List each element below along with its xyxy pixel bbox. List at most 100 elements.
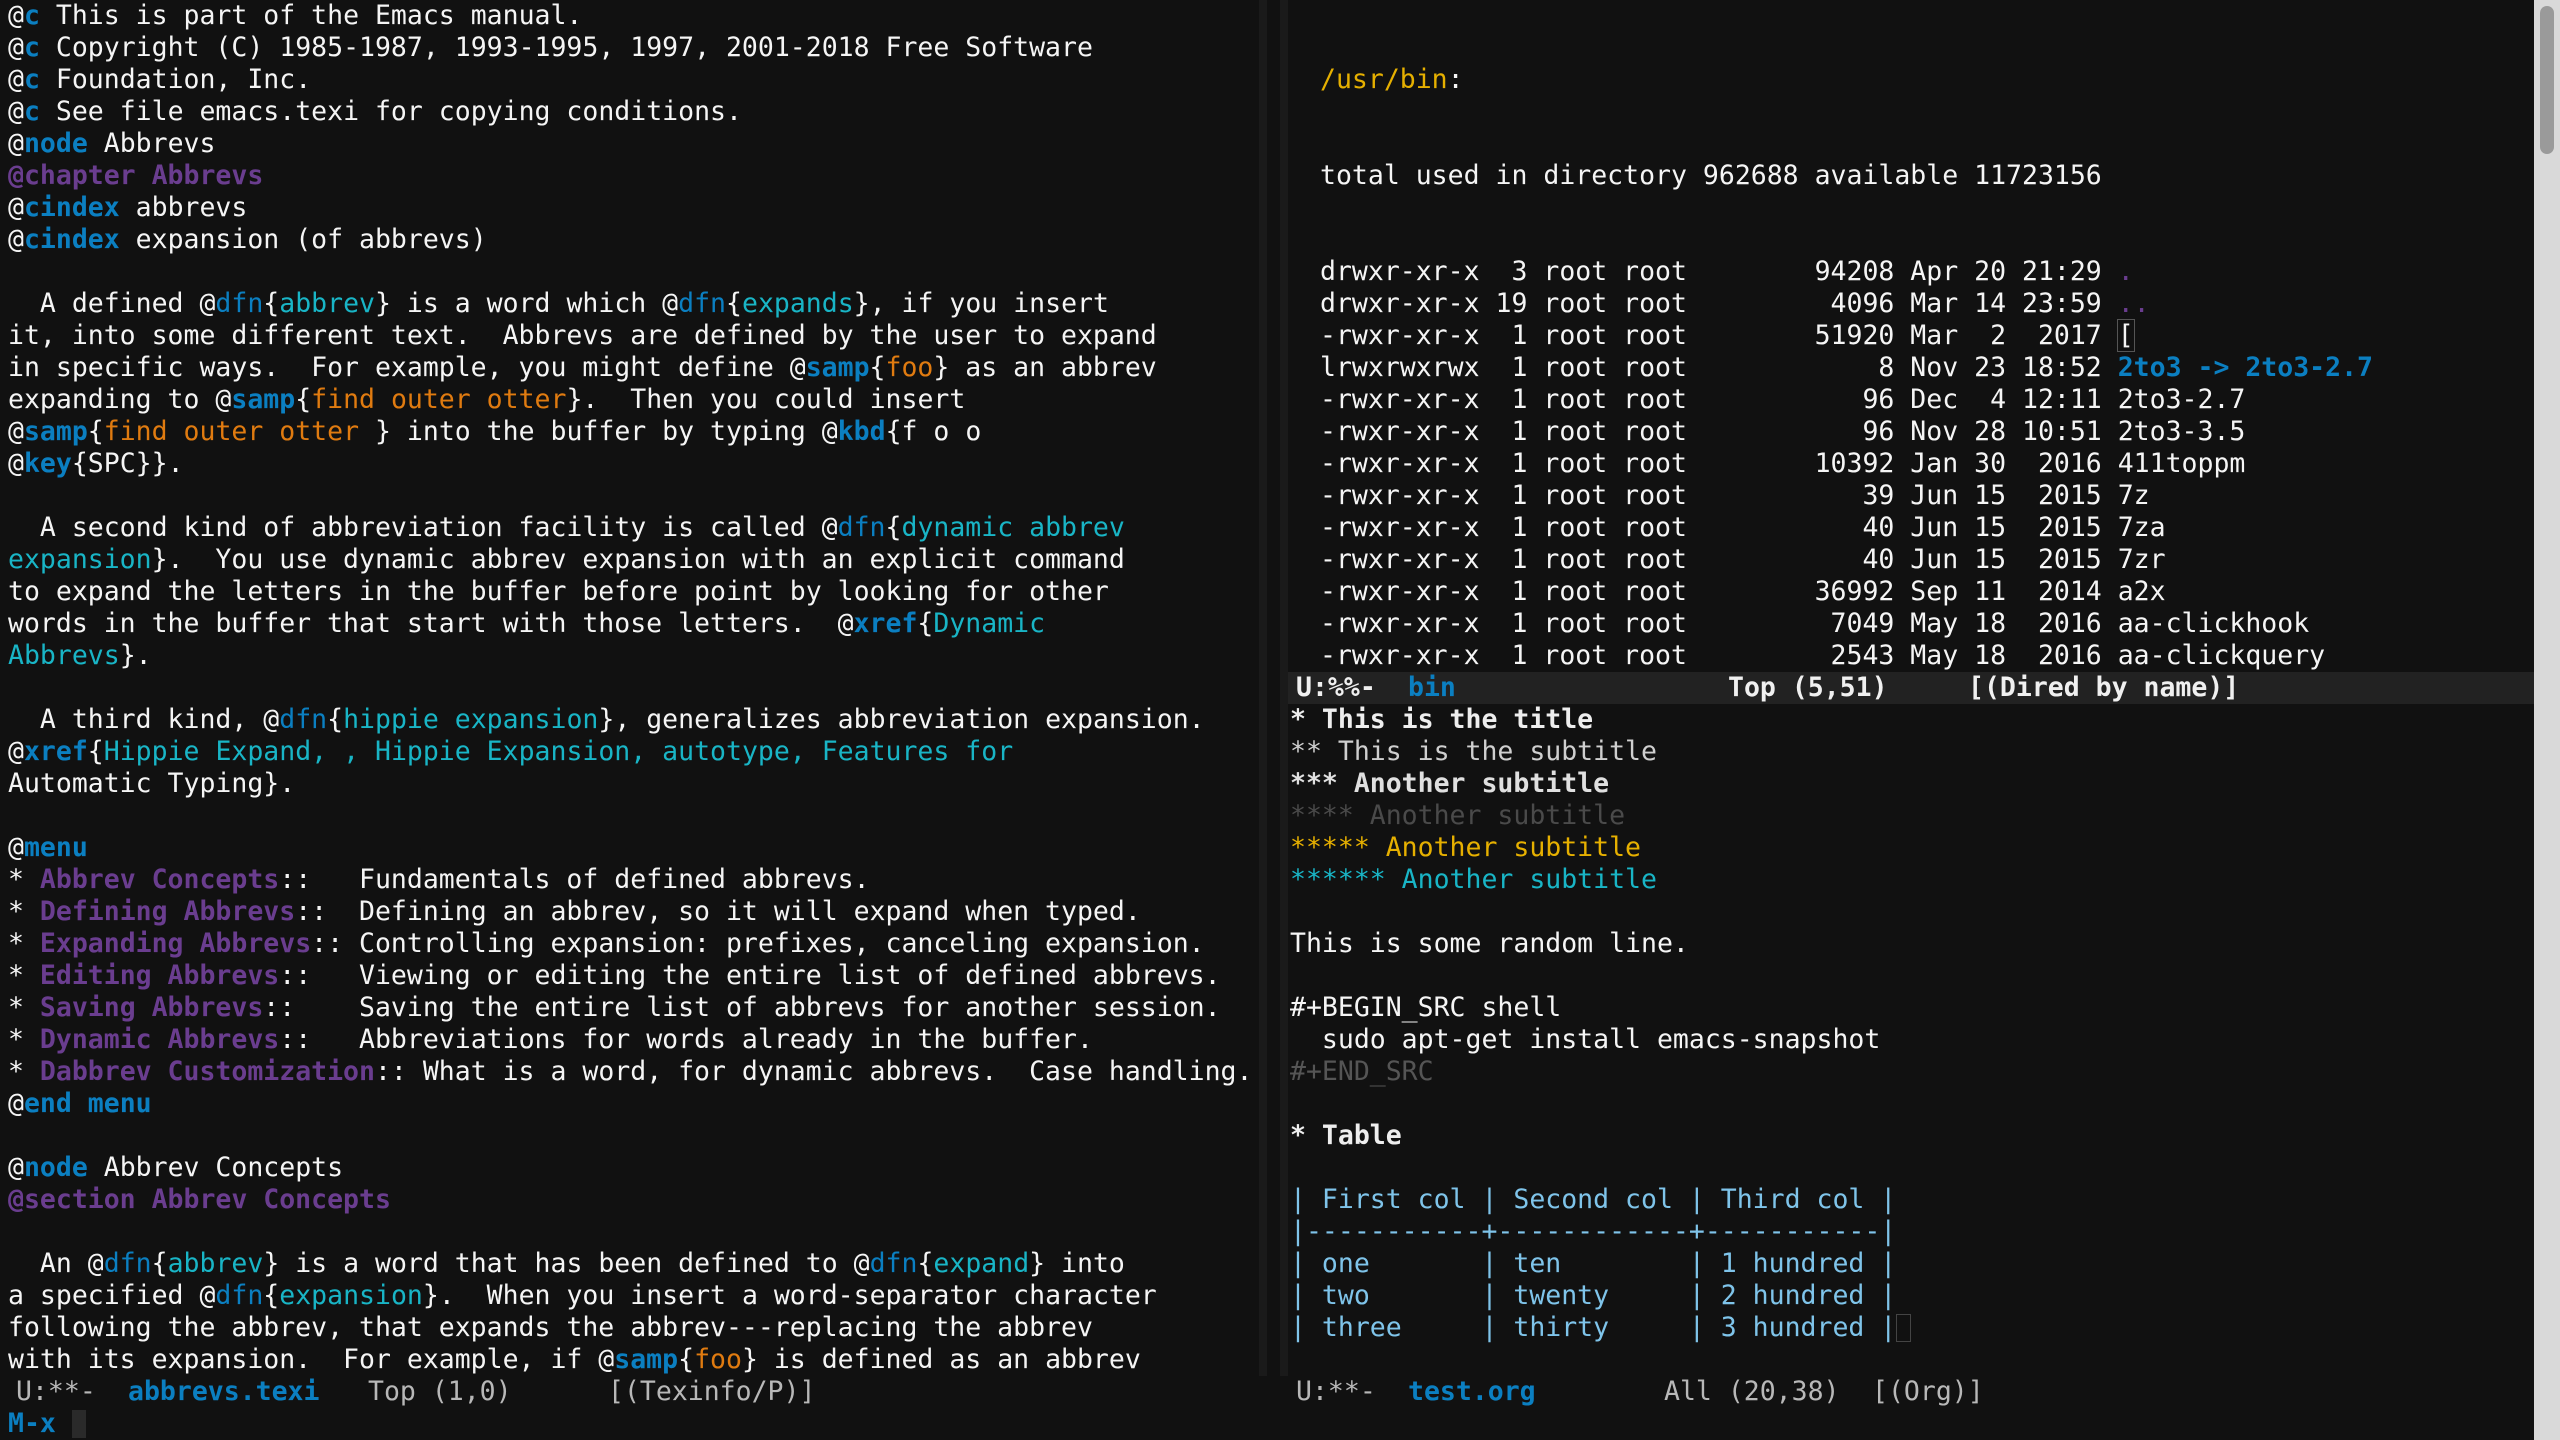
text-segment: } into bbox=[1029, 1248, 1125, 1279]
org-line bbox=[1290, 896, 2534, 928]
kw-segment: cindex bbox=[23, 192, 120, 223]
text-segment: * bbox=[8, 1056, 40, 1087]
org5-segment: ***** Another subtitle bbox=[1290, 832, 1641, 863]
scrollbar-thumb[interactable] bbox=[2540, 6, 2554, 154]
kw-segment: xref bbox=[23, 736, 88, 767]
org2-segment: ** This is the subtitle bbox=[1290, 736, 1657, 767]
arg-segment: dynamic abbrev bbox=[901, 512, 1125, 543]
dired-row[interactable]: -rwxr-xr-x 1 root root 10392 Jan 30 2016… bbox=[1320, 448, 2534, 480]
dired-file-name[interactable]: 411toppm bbox=[2118, 448, 2246, 479]
texinfo-line: A third kind, @dfn{hippie expansion}, ge… bbox=[8, 704, 1258, 736]
dired-file-name[interactable]: 7za bbox=[2118, 512, 2166, 543]
arg-segment: expansion bbox=[279, 1280, 423, 1311]
text-segment: Abbrev Concepts bbox=[87, 1152, 344, 1183]
kw-segment: c bbox=[23, 64, 40, 95]
dired-file-meta: -rwxr-xr-x 1 root root 7049 May 18 2016 bbox=[1320, 608, 2118, 639]
dired-buffer[interactable]: /usr/bin: total used in directory 962688… bbox=[1288, 0, 2534, 672]
texinfo-line bbox=[8, 800, 1258, 832]
dired-file-name[interactable]: 2to3 -> 2to3-2.7 bbox=[2118, 352, 2373, 383]
dired-file-meta: -rwxr-xr-x 1 root root 2543 May 18 2016 bbox=[1320, 640, 2118, 671]
org-line: ***** Another subtitle bbox=[1290, 832, 2534, 864]
modeline-buffer-name[interactable]: abbrevs.texi bbox=[128, 1376, 319, 1408]
dired-row[interactable]: -rwxr-xr-x 1 root root 40 Jun 15 2015 7z… bbox=[1320, 544, 2534, 576]
arg-segment: abbrev bbox=[167, 1248, 264, 1279]
dired-row[interactable]: -rwxr-xr-x 1 root root 40 Jun 15 2015 7z… bbox=[1320, 512, 2534, 544]
scrollbar[interactable] bbox=[2534, 0, 2560, 1440]
dired-row[interactable]: -rwxr-xr-x 1 root root 2543 May 18 2016 … bbox=[1320, 640, 2534, 672]
text-segment: }, if you insert bbox=[853, 288, 1109, 319]
menu-item-segment[interactable]: Expanding Abbrevs bbox=[40, 928, 311, 959]
modeline-position: All (20,38) bbox=[1664, 1376, 1840, 1407]
dired-file-name[interactable]: 2to3-3.5 bbox=[2118, 416, 2246, 447]
dired-row[interactable]: drwxr-xr-x 3 root root 94208 Apr 20 21:2… bbox=[1320, 256, 2534, 288]
dired-row[interactable]: -rwxr-xr-x 1 root root 7049 May 18 2016 … bbox=[1320, 608, 2534, 640]
dired-file-name[interactable]: [ bbox=[2116, 319, 2135, 352]
dired-row[interactable]: -rwxr-xr-x 1 root root 36992 Sep 11 2014… bbox=[1320, 576, 2534, 608]
dired-file-name[interactable]: 7z bbox=[2118, 480, 2150, 511]
dired-row[interactable]: drwxr-xr-x 19 root root 4096 Mar 14 23:5… bbox=[1320, 288, 2534, 320]
texinfo-line: @node Abbrevs bbox=[8, 128, 1258, 160]
dired-file-meta: -rwxr-xr-x 1 root root 40 Jun 15 2015 bbox=[1320, 512, 2118, 543]
dired-file-name[interactable]: aa-clickquery bbox=[2118, 640, 2325, 671]
head-segment[interactable]: @chapter Abbrevs bbox=[8, 160, 263, 191]
window-divider[interactable] bbox=[1259, 0, 1267, 1376]
modeline-buffer-name[interactable]: test.org bbox=[1408, 1376, 1536, 1408]
texinfo-line: words in the buffer that start with thos… bbox=[8, 608, 1258, 640]
kw-segment: samp bbox=[614, 1344, 679, 1375]
menu-item-segment[interactable]: Defining Abbrevs bbox=[40, 896, 295, 927]
org-buffer-text[interactable]: * This is the title ** This is the subtit… bbox=[1288, 704, 2534, 1376]
menu-item-segment[interactable]: Abbrev Concepts bbox=[40, 864, 279, 895]
dired-summary: total used in directory 962688 available… bbox=[1320, 160, 2102, 191]
texinfo-buffer-text[interactable]: @c This is part of the Emacs manual. @c C… bbox=[0, 0, 1258, 1376]
text-segment: :: Viewing or editing the entire list of… bbox=[279, 960, 1221, 991]
org-line: |-----------+------------+-----------| bbox=[1290, 1216, 2534, 1248]
texinfo-window[interactable]: @c This is part of the Emacs manual. @c C… bbox=[0, 0, 1258, 1408]
text-segment: Foundation, Inc. bbox=[39, 64, 312, 95]
arg-segment: Dynamic bbox=[933, 608, 1046, 639]
menu-item-segment[interactable]: Saving Abbrevs bbox=[40, 992, 263, 1023]
menu-item-segment[interactable]: Editing Abbrevs bbox=[40, 960, 279, 991]
texinfo-line: @cindex expansion (of abbrevs) bbox=[8, 224, 1258, 256]
dired-file-name[interactable]: 7zr bbox=[2118, 544, 2166, 575]
dired-row[interactable]: -rwxr-xr-x 1 root root 39 Jun 15 2015 7z bbox=[1320, 480, 2534, 512]
dired-row[interactable]: lrwxrwxrwx 1 root root 8 Nov 23 18:52 2t… bbox=[1320, 352, 2534, 384]
arg-segment: Hippie Expand, , Hippie Expansion, autot… bbox=[103, 736, 1014, 767]
texinfo-line: * Defining Abbrevs:: Defining an abbrev,… bbox=[8, 896, 1258, 928]
text-segment: } is a word which @ bbox=[375, 288, 679, 319]
texinfo-line: @chapter Abbrevs bbox=[8, 160, 1258, 192]
text-segment: :: Fundamentals of defined abbrevs. bbox=[279, 864, 870, 895]
texinfo-line: Abbrevs}. bbox=[8, 640, 1258, 672]
minibuffer[interactable]: M-x bbox=[0, 1408, 2534, 1440]
head-segment[interactable]: @section Abbrev Concepts bbox=[8, 1184, 391, 1215]
dired-directory-path[interactable]: /usr/bin bbox=[1320, 64, 1448, 95]
org-line bbox=[1290, 960, 2534, 992]
kw2-segment: dfn bbox=[837, 512, 886, 543]
org-line: #+BEGIN_SRC shell bbox=[1290, 992, 2534, 1024]
modeline-major-mode[interactable]: [(Org)] bbox=[1872, 1376, 1984, 1408]
dired-header: /usr/bin: bbox=[1320, 64, 2534, 96]
modeline-major-mode[interactable]: [(Dired by name)] bbox=[1968, 672, 2239, 704]
dired-file-name[interactable]: .. bbox=[2118, 288, 2150, 319]
str-segment: find outer otter bbox=[103, 416, 375, 447]
dired-file-name[interactable]: a2x bbox=[2118, 576, 2166, 607]
org-table-segment: |-----------+------------+-----------| bbox=[1290, 1216, 1897, 1247]
texinfo-line: * Editing Abbrevs:: Viewing or editing t… bbox=[8, 960, 1258, 992]
kw-segment: c bbox=[23, 0, 40, 31]
kw2-segment: dfn bbox=[869, 1248, 918, 1279]
modeline-major-mode[interactable]: [(Texinfo/P)] bbox=[608, 1376, 815, 1408]
menu-item-segment[interactable]: Dabbrev Customization bbox=[40, 1056, 375, 1087]
dired-file-name[interactable]: aa-clickhook bbox=[2118, 608, 2309, 639]
dired-row[interactable]: -rwxr-xr-x 1 root root 51920 Mar 2 2017 … bbox=[1320, 319, 2534, 352]
kw-segment: node bbox=[23, 128, 88, 159]
text-segment: A defined @ bbox=[8, 288, 216, 319]
dired-row[interactable]: -rwxr-xr-x 1 root root 96 Dec 4 12:11 2t… bbox=[1320, 384, 2534, 416]
dired-row[interactable]: -rwxr-xr-x 1 root root 96 Nov 28 10:51 2… bbox=[1320, 416, 2534, 448]
menu-item-segment[interactable]: Dynamic Abbrevs bbox=[40, 1024, 279, 1055]
modeline-buffer-name[interactable]: bin bbox=[1408, 672, 1456, 704]
org-line: ** This is the subtitle bbox=[1290, 736, 2534, 768]
text-segment: An @ bbox=[8, 1248, 104, 1279]
texinfo-line: * Dynamic Abbrevs:: Abbreviations for wo… bbox=[8, 1024, 1258, 1056]
dired-file-name[interactable]: . bbox=[2118, 256, 2134, 287]
dired-file-name[interactable]: 2to3-2.7 bbox=[2118, 384, 2246, 415]
text-segment: } as an abbrev bbox=[933, 352, 1157, 383]
